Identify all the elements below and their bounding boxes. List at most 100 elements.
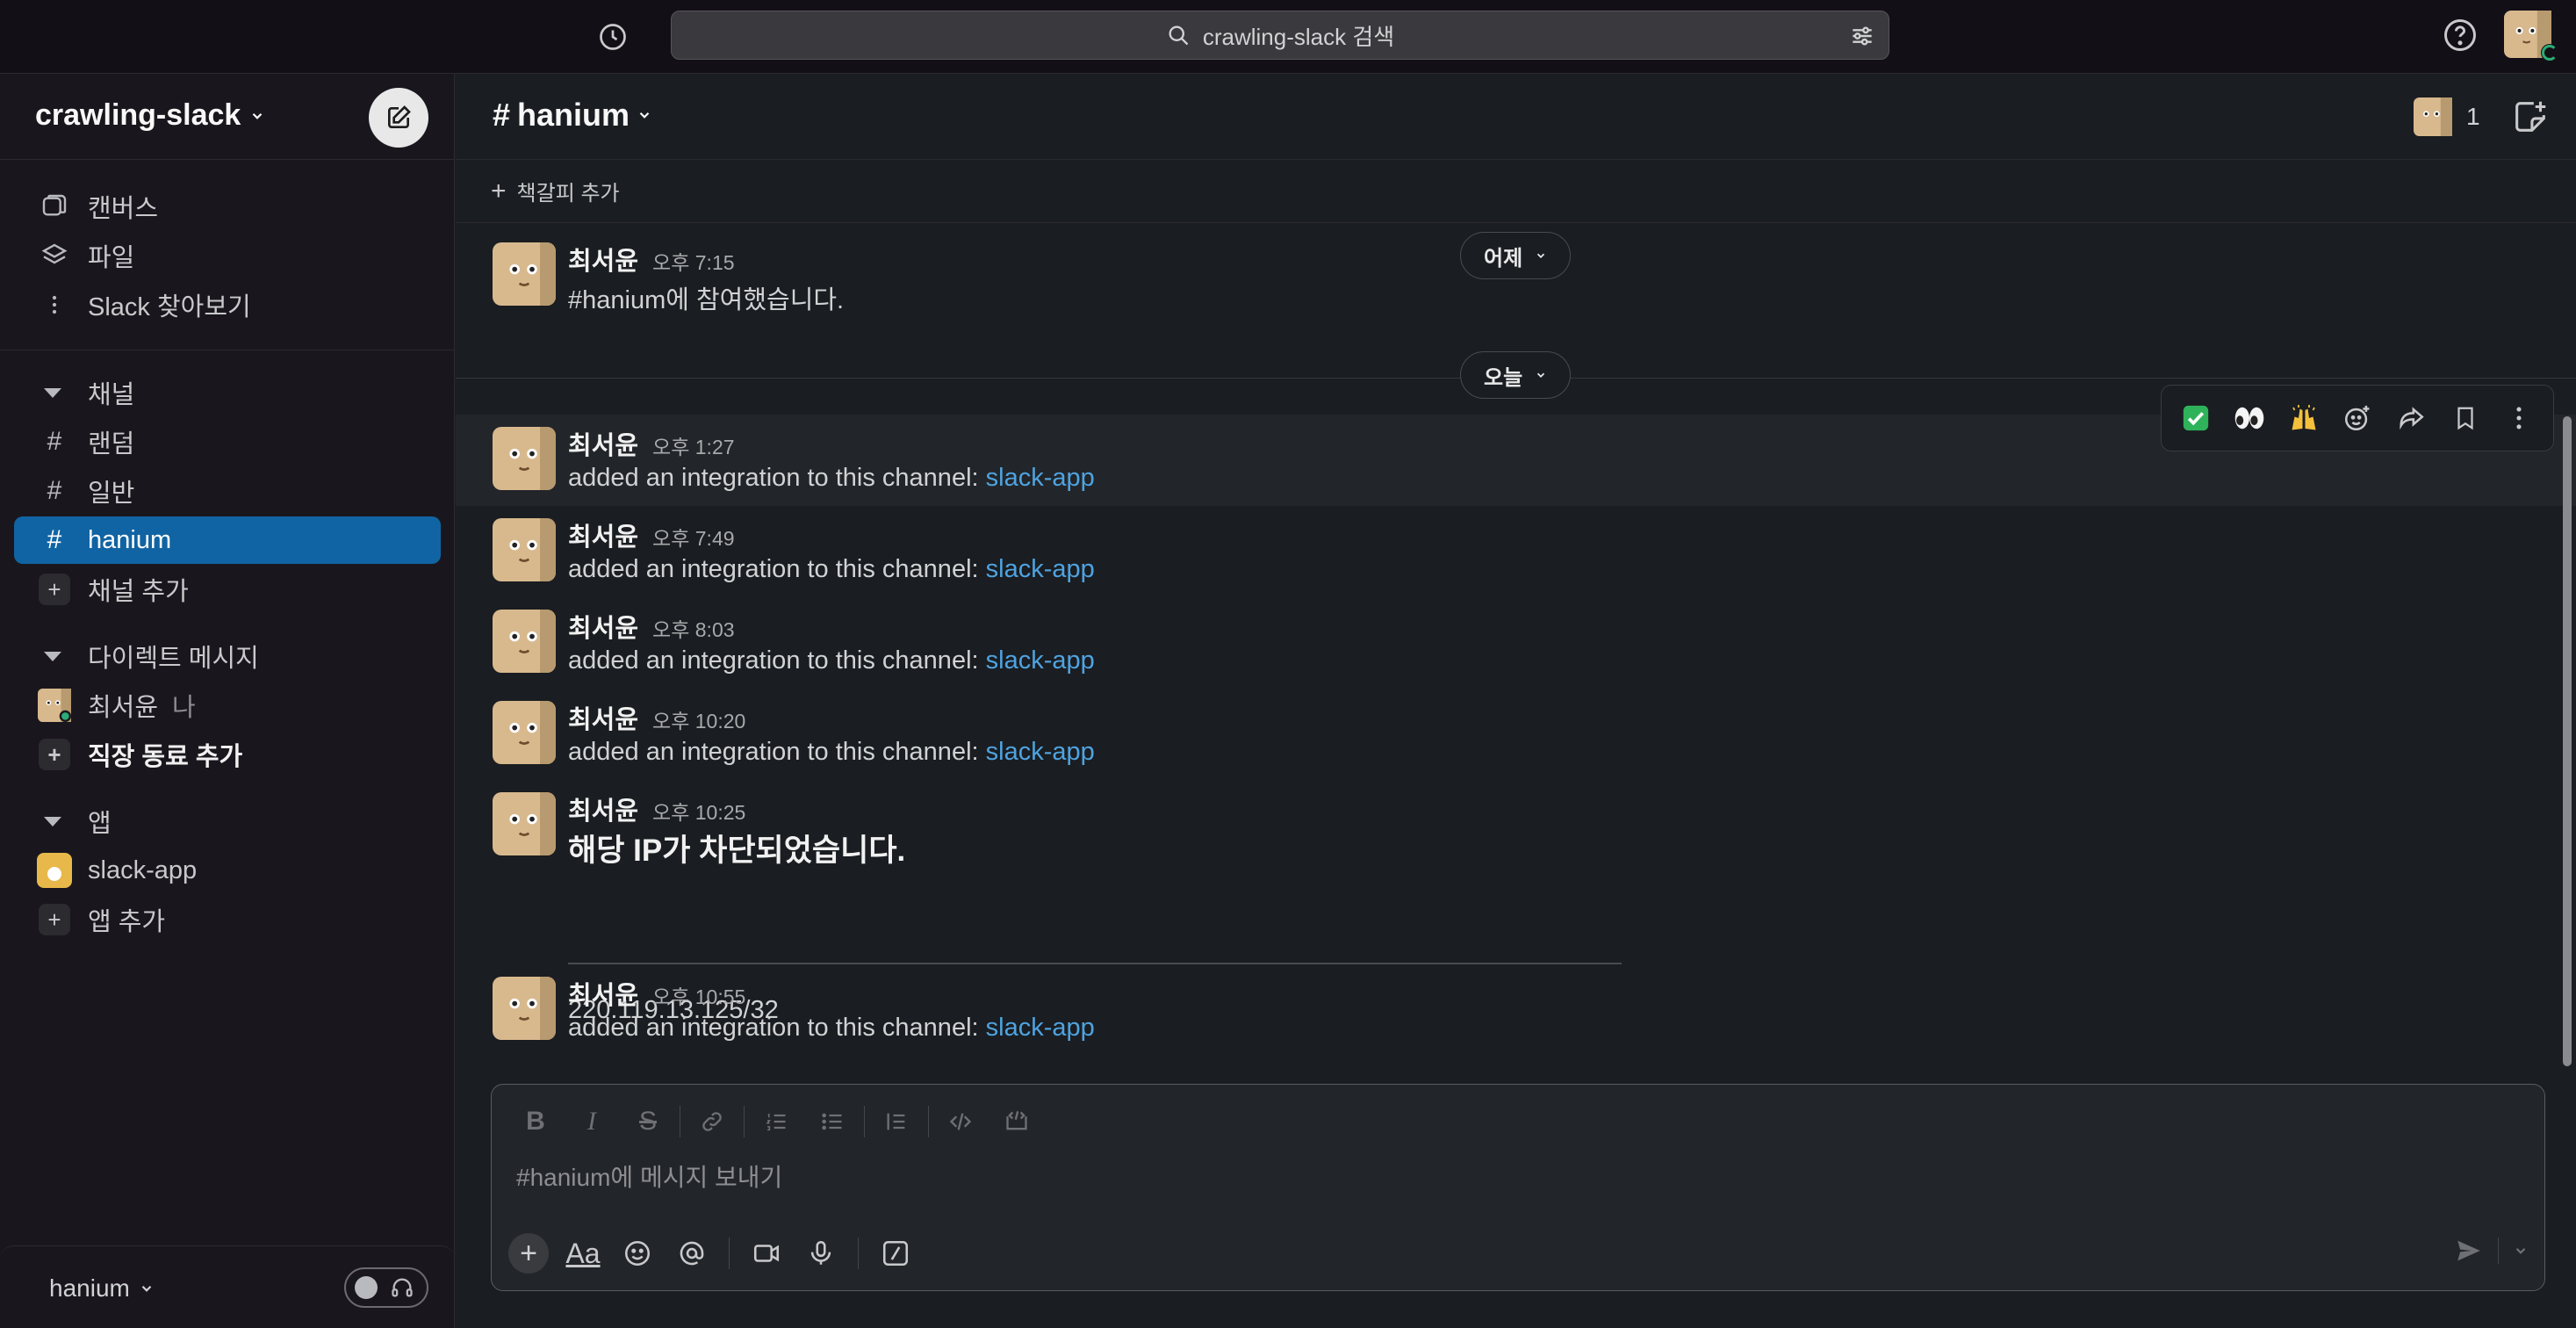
message-time[interactable]: 오후 1:27 xyxy=(652,430,734,460)
sidebar-item-channel-general[interactable]: # 일반 xyxy=(14,467,441,515)
search-filter-icon[interactable] xyxy=(1848,22,1876,50)
message-input[interactable]: #hanium에 메시지 보내기 xyxy=(516,1158,782,1194)
more-vertical-icon[interactable] xyxy=(2498,397,2540,439)
history-icon[interactable] xyxy=(594,18,632,56)
sidebar-item-files[interactable]: 파일 xyxy=(14,232,441,279)
app-link[interactable]: slack-app xyxy=(986,646,1095,675)
plus-icon: + xyxy=(39,574,70,605)
code-icon[interactable] xyxy=(932,1099,989,1144)
sidebar-item-app[interactable]: slack-app xyxy=(14,847,441,894)
raised-hands-emoji-button[interactable] xyxy=(2283,397,2325,439)
ordered-list-icon[interactable] xyxy=(748,1099,804,1144)
message-author[interactable]: 최서윤 xyxy=(568,425,638,462)
avatar[interactable] xyxy=(493,792,556,855)
app-link[interactable]: slack-app xyxy=(986,555,1095,583)
sidebar-item-browse-slack[interactable]: Slack 찾아보기 xyxy=(14,281,441,328)
message-author[interactable]: 최서윤 xyxy=(568,516,638,553)
message-author[interactable]: 최서윤 xyxy=(568,608,638,645)
app-link[interactable]: slack-app xyxy=(986,738,1095,766)
section-apps[interactable]: 앱 xyxy=(14,799,112,843)
app-link[interactable]: slack-app xyxy=(986,1014,1095,1042)
share-icon[interactable] xyxy=(2390,397,2432,439)
message-text-body: added an integration to this channel: xyxy=(568,464,986,492)
message-author[interactable]: 최서윤 xyxy=(568,975,638,1012)
message-item[interactable]: 최서윤 오후 7:49 added an integration to this… xyxy=(456,506,2576,597)
blockquote-icon[interactable] xyxy=(868,1099,925,1144)
microphone-icon[interactable] xyxy=(798,1231,844,1276)
add-channel-button[interactable]: + 채널 추가 xyxy=(14,566,441,613)
message-author[interactable]: 최서윤 xyxy=(568,241,638,278)
canvas-icon[interactable] xyxy=(2510,97,2551,137)
caret-down-icon xyxy=(44,816,61,826)
section-direct-messages[interactable]: 다이렉트 메시지 xyxy=(14,634,259,678)
sidebar-footer: hanium xyxy=(0,1245,455,1328)
member-avatar xyxy=(2414,97,2452,136)
avatar[interactable] xyxy=(493,518,556,581)
code-block-icon[interactable] xyxy=(989,1099,1045,1144)
add-coworker-button[interactable]: + 직장 동료 추가 xyxy=(14,731,441,778)
message-author[interactable]: 최서윤 xyxy=(568,790,638,827)
footer-workspace-button[interactable]: hanium xyxy=(49,1274,155,1303)
message-header: 최서윤 오후 10:20 xyxy=(568,699,745,736)
message-time[interactable]: 오후 7:15 xyxy=(652,246,734,276)
message-time[interactable]: 오후 10:25 xyxy=(652,796,745,826)
search-bar[interactable]: crawling-slack 검색 xyxy=(671,11,1889,60)
plus-icon: + xyxy=(508,1233,549,1274)
sidebar-item-channel-random[interactable]: # 랜덤 xyxy=(14,418,441,466)
message-time[interactable]: 오후 10:20 xyxy=(652,704,745,734)
date-divider-yesterday[interactable]: 어제 xyxy=(1460,232,1572,279)
italic-icon[interactable]: I xyxy=(564,1099,620,1144)
bookmark-icon[interactable] xyxy=(2444,397,2486,439)
strikethrough-icon[interactable]: S xyxy=(620,1099,676,1144)
add-bookmark-label: 책갈피 추가 xyxy=(516,182,620,206)
app-link[interactable]: slack-app xyxy=(986,464,1095,492)
message-author[interactable]: 최서윤 xyxy=(568,699,638,736)
slash-command-icon[interactable] xyxy=(873,1231,918,1276)
date-divider-today[interactable]: 오늘 xyxy=(1460,351,1572,399)
add-app-label: 앱 추가 xyxy=(88,908,166,936)
text-format-icon[interactable]: Aa xyxy=(560,1231,606,1276)
message-time[interactable]: 오후 7:49 xyxy=(652,522,734,552)
link-icon[interactable] xyxy=(684,1099,740,1144)
bold-icon[interactable]: B xyxy=(507,1099,564,1144)
add-bookmark-button[interactable]: + 책갈피 추가 xyxy=(491,176,620,206)
channel-label: 일반 xyxy=(88,480,135,508)
avatar[interactable] xyxy=(493,427,556,490)
avatar[interactable] xyxy=(493,242,556,306)
workspace-name-button[interactable]: crawling-slack xyxy=(35,98,265,133)
video-icon[interactable] xyxy=(744,1231,789,1276)
message-item[interactable]: 최서윤 오후 10:20 added an integration to thi… xyxy=(456,689,2576,780)
top-bar: crawling-slack 검색 xyxy=(0,0,2576,74)
sidebar-item-channel-hanium[interactable]: # hanium xyxy=(14,516,441,564)
message-item[interactable]: 최서윤 오후 10:25 해당 IP가 차단되었습니다. 220.119.13.… xyxy=(456,780,2576,1024)
channel-title-button[interactable]: # hanium xyxy=(493,97,652,134)
section-channels[interactable]: 채널 xyxy=(14,371,134,415)
emoji-icon[interactable] xyxy=(615,1231,660,1276)
send-icon[interactable] xyxy=(2454,1236,2484,1266)
add-app-button[interactable]: + 앱 추가 xyxy=(14,896,441,943)
avatar[interactable] xyxy=(493,701,556,764)
members-button[interactable]: 1 xyxy=(2414,95,2480,139)
message-time[interactable]: 오후 8:03 xyxy=(652,613,734,643)
message-item[interactable]: 최서윤 오후 10:55 added an integration to thi… xyxy=(456,964,2576,1056)
avatar[interactable] xyxy=(493,977,556,1040)
sidebar-item-canvas[interactable]: 캔버스 xyxy=(14,183,441,230)
add-reaction-icon[interactable] xyxy=(2336,397,2378,439)
scrollbar[interactable] xyxy=(2563,416,2572,1066)
help-icon[interactable] xyxy=(2441,16,2479,54)
toolbar-separator xyxy=(864,1106,865,1137)
mention-icon[interactable] xyxy=(669,1231,715,1276)
avatar xyxy=(38,689,71,722)
check-mark-emoji-button[interactable] xyxy=(2175,397,2217,439)
member-count: 1 xyxy=(2466,103,2480,130)
chevron-down-icon[interactable] xyxy=(2513,1243,2529,1259)
eyes-emoji-button[interactable] xyxy=(2228,397,2270,439)
compose-button[interactable] xyxy=(369,88,428,148)
attach-button[interactable]: + xyxy=(506,1231,551,1276)
huddle-toggle[interactable] xyxy=(344,1267,428,1308)
message-item[interactable]: 최서윤 오후 8:03 added an integration to this… xyxy=(456,597,2576,689)
message-time[interactable]: 오후 10:55 xyxy=(652,980,745,1010)
bulleted-list-icon[interactable] xyxy=(804,1099,860,1144)
sidebar-item-dm-self[interactable]: 최서윤 나 xyxy=(14,682,441,729)
avatar[interactable] xyxy=(493,610,556,673)
